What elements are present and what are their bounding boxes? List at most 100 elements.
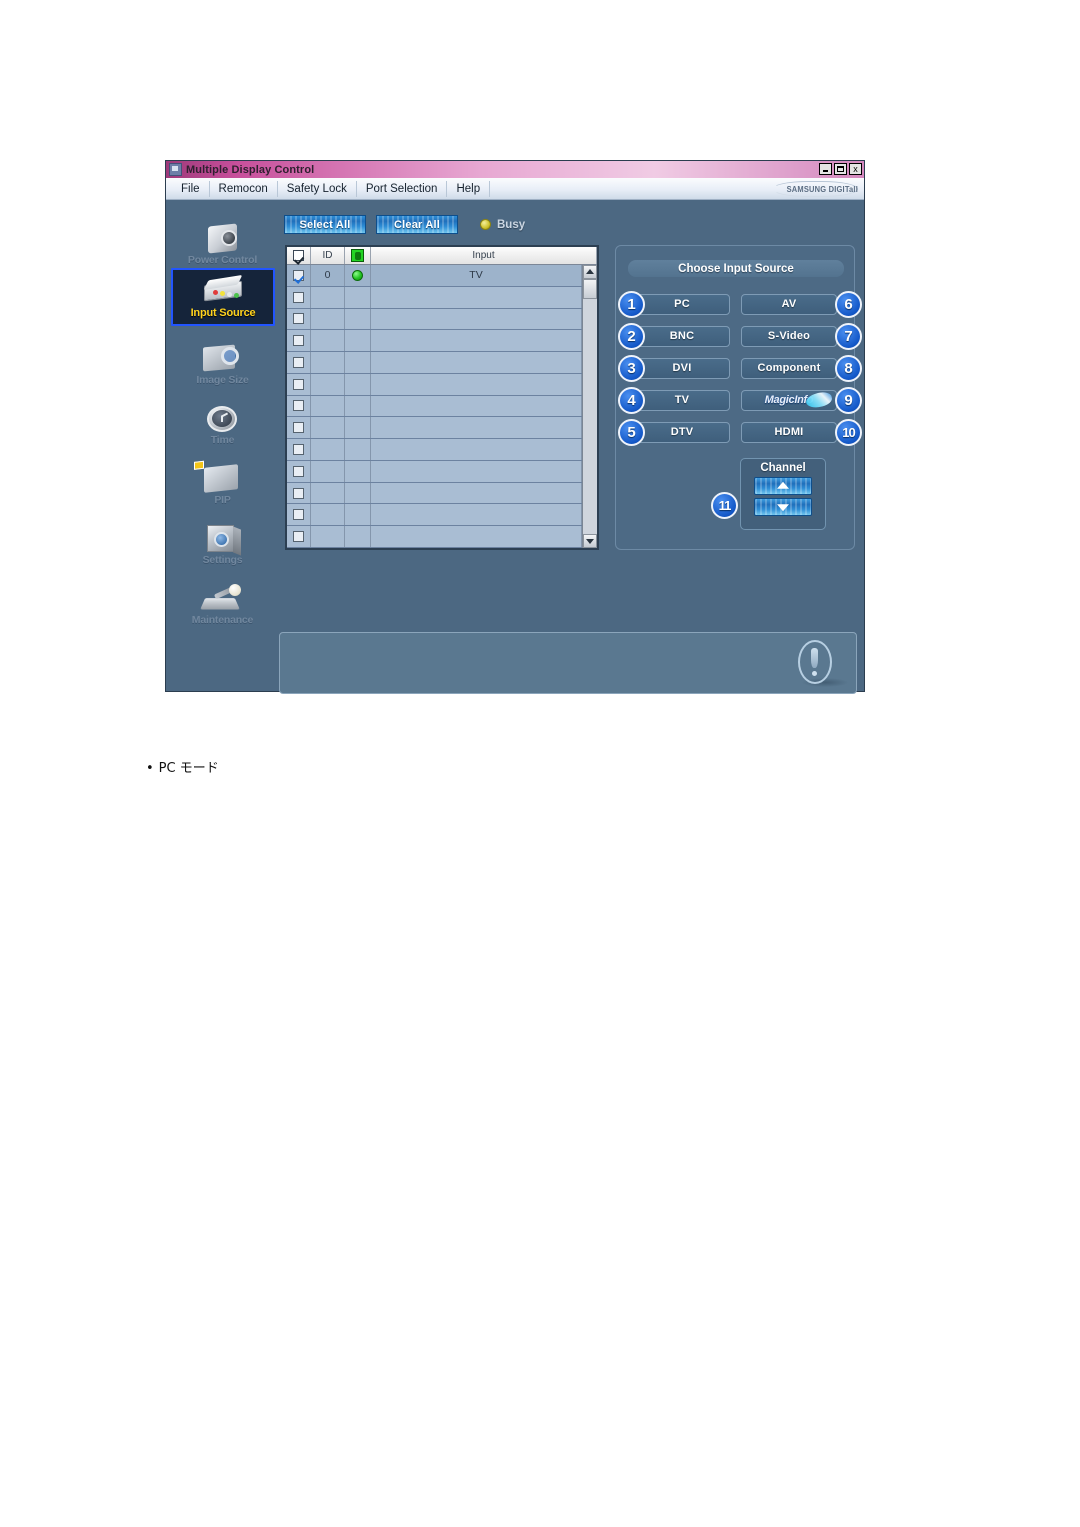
row-power-cell <box>345 482 371 504</box>
source-button-tv[interactable]: TV <box>634 389 730 411</box>
select-all-button[interactable]: Select All <box>284 215 366 234</box>
table-row[interactable] <box>287 373 582 396</box>
table-row[interactable] <box>287 482 582 505</box>
scroll-up-arrow-icon[interactable] <box>583 265 597 279</box>
scrollbar-track[interactable] <box>583 279 597 534</box>
sidebar-item-power-control[interactable]: Power Control <box>166 208 279 266</box>
row-checkbox-icon[interactable] <box>293 400 304 412</box>
menu-item-remocon[interactable]: Remocon <box>210 180 278 197</box>
row-select-cell[interactable] <box>287 460 311 482</box>
row-checkbox-icon[interactable] <box>293 531 304 543</box>
source-button-component[interactable]: Component <box>741 357 837 379</box>
menu-item-port-selection[interactable]: Port Selection <box>357 180 448 197</box>
row-checkbox-icon[interactable] <box>293 356 304 368</box>
table-row[interactable] <box>287 417 582 440</box>
pip-icon <box>193 460 246 496</box>
row-select-cell[interactable] <box>287 330 311 352</box>
table-row[interactable] <box>287 460 582 483</box>
scrollbar-thumb[interactable] <box>583 279 597 299</box>
row-power-cell <box>345 395 371 417</box>
badge-8: 8 <box>835 354 862 382</box>
header-checkbox-icon[interactable] <box>293 250 304 261</box>
sidebar-item-time[interactable]: Time <box>166 388 279 446</box>
source-button-av[interactable]: AV <box>741 293 837 315</box>
row-checkbox-icon[interactable] <box>293 465 304 477</box>
table-row[interactable] <box>287 395 582 418</box>
row-power-cell <box>345 460 371 482</box>
channel-label: Channel <box>760 462 806 474</box>
minimize-button[interactable] <box>819 163 832 175</box>
table-row[interactable] <box>287 439 582 461</box>
row-checkbox-icon[interactable] <box>293 335 304 347</box>
status-label: Busy <box>497 218 526 231</box>
source-button-pc[interactable]: PC <box>634 293 730 315</box>
vertical-scrollbar[interactable] <box>582 265 597 548</box>
table-rows: 0 TV <box>287 265 582 548</box>
table-row[interactable] <box>287 526 582 548</box>
row-checkbox-icon[interactable] <box>293 291 304 303</box>
caption-text: PC モード <box>158 761 219 776</box>
source-cell: S-Video 7 <box>735 322 862 350</box>
row-select-cell[interactable] <box>287 352 311 373</box>
row-checkbox-icon[interactable] <box>293 422 304 434</box>
multiple-display-control-window: Multiple Display Control x File Remocon … <box>165 160 865 694</box>
row-select-cell[interactable] <box>287 265 311 286</box>
row-checkbox-icon[interactable] <box>293 378 304 390</box>
source-row: 5 DTV HDMI 10 <box>616 416 862 448</box>
table-row[interactable] <box>287 504 582 527</box>
scroll-down-arrow-icon[interactable] <box>583 534 597 548</box>
row-input-cell <box>371 352 582 373</box>
table-header-select-all[interactable] <box>287 247 311 264</box>
row-select-cell[interactable] <box>287 504 311 526</box>
row-select-cell[interactable] <box>287 286 311 308</box>
row-checkbox-icon[interactable] <box>293 487 304 499</box>
source-button-bnc[interactable]: BNC <box>634 325 730 347</box>
row-input-cell <box>371 330 582 352</box>
channel-down-arrow-icon[interactable] <box>754 498 812 516</box>
table-row[interactable] <box>287 352 582 374</box>
row-select-cell[interactable] <box>287 308 311 330</box>
row-select-cell[interactable] <box>287 417 311 439</box>
menu-item-file[interactable]: File <box>172 180 210 197</box>
row-select-cell[interactable] <box>287 526 311 547</box>
menu-item-safety-lock[interactable]: Safety Lock <box>278 180 357 197</box>
row-select-cell[interactable] <box>287 439 311 460</box>
sidebar-item-maintenance[interactable]: Maintenance <box>166 568 279 626</box>
maximize-button[interactable] <box>834 163 847 175</box>
row-input-cell <box>371 286 582 308</box>
source-button-s-video[interactable]: S-Video <box>741 325 837 347</box>
table-row[interactable] <box>287 330 582 353</box>
row-checkbox-icon[interactable] <box>293 509 304 521</box>
window-controls: x <box>819 163 862 175</box>
table-row[interactable] <box>287 286 582 309</box>
maintenance-icon <box>199 582 246 616</box>
sidebar-item-settings[interactable]: Settings <box>166 508 279 566</box>
source-button-hdmi[interactable]: HDMI <box>741 421 837 443</box>
row-select-cell[interactable] <box>287 482 311 504</box>
source-button-dvi[interactable]: DVI <box>634 357 730 379</box>
table-row[interactable]: 0 TV <box>287 265 582 287</box>
row-checkbox-icon[interactable] <box>293 444 304 455</box>
row-select-cell[interactable] <box>287 373 311 395</box>
row-checkbox-icon[interactable] <box>293 269 304 281</box>
menu-item-help[interactable]: Help <box>447 180 491 197</box>
row-select-cell[interactable] <box>287 395 311 417</box>
sidebar-item-label: Settings <box>202 554 243 566</box>
source-button-magicinfo[interactable]: MagicInfo <box>741 389 837 411</box>
sidebar-item-label: Maintenance <box>191 614 254 626</box>
close-button[interactable]: x <box>849 163 862 175</box>
samsung-digitall-logo: SAMSUNG DIGITall <box>772 181 858 197</box>
status-badge: Busy <box>480 219 525 231</box>
sidebar-item-pip[interactable]: PIP <box>166 448 279 506</box>
channel-up-arrow-icon[interactable] <box>754 477 812 495</box>
row-input-cell: TV <box>371 265 582 286</box>
source-button-dtv[interactable]: DTV <box>634 421 730 443</box>
row-id-cell <box>311 373 345 395</box>
clear-all-button[interactable]: Clear All <box>376 215 458 234</box>
device-table: ID Input 0 TV <box>285 245 599 550</box>
sidebar-item-image-size[interactable]: Image Size <box>166 328 279 386</box>
badge-9: 9 <box>835 386 862 414</box>
table-row[interactable] <box>287 308 582 331</box>
sidebar-item-input-source[interactable]: Input Source <box>171 268 275 326</box>
row-checkbox-icon[interactable] <box>293 313 304 325</box>
